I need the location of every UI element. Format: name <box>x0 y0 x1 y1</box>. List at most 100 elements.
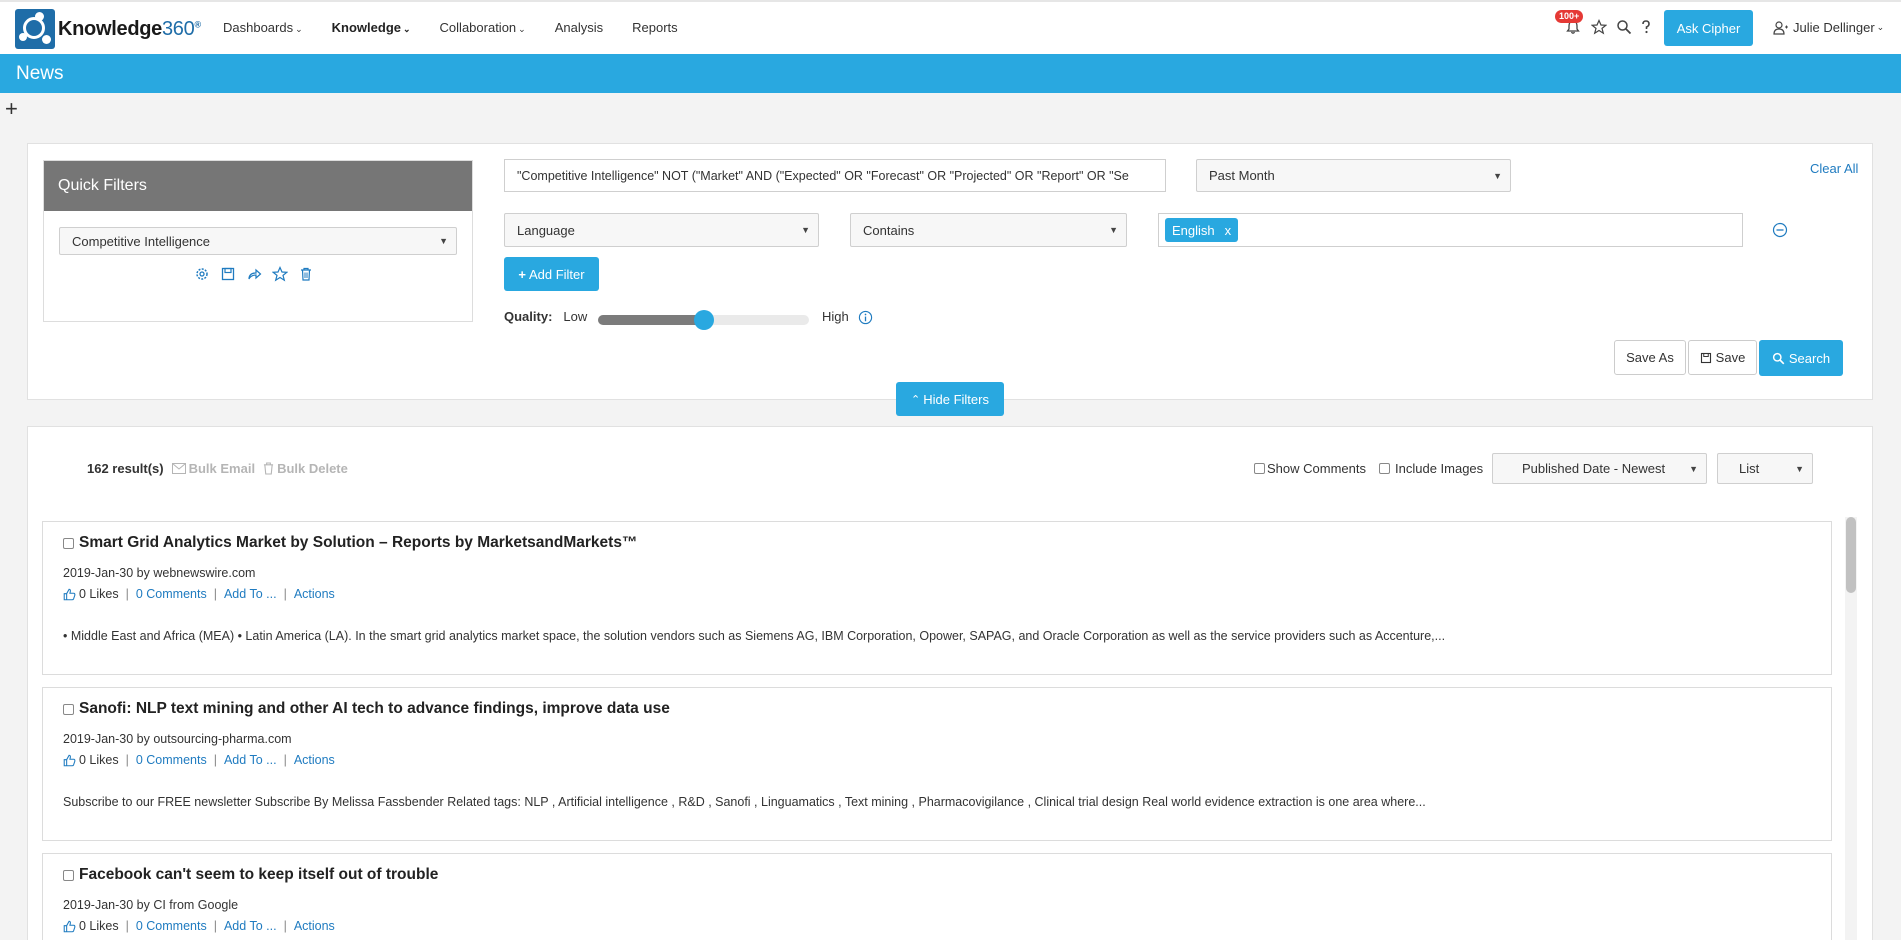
article-title[interactable]: Sanofi: NLP text mining and other AI tec… <box>63 700 670 718</box>
add-to-link[interactable]: Add To ... <box>224 753 277 767</box>
search-icon[interactable] <box>1616 19 1632 35</box>
article-snippet: Subscribe to our FREE newsletter Subscri… <box>63 795 1426 809</box>
share-icon[interactable] <box>246 266 262 282</box>
nav-knowledge[interactable]: Knowledge ⌄ <box>332 20 411 35</box>
include-images-checkbox[interactable] <box>1379 463 1390 474</box>
likes-count: 0 Likes <box>79 919 119 933</box>
quick-filter-actions <box>194 266 314 282</box>
nav-dashboards[interactable]: Dashboards ⌄ <box>223 20 303 35</box>
article-snippet: • Middle East and Africa (MEA) • Latin A… <box>63 629 1446 643</box>
quality-slider-handle[interactable] <box>693 310 714 330</box>
article-actions: 0 Likes | 0 Comments | Add To ... | Actions <box>63 919 335 933</box>
notification-badge: 100+ <box>1555 10 1584 23</box>
remove-filter-icon[interactable] <box>1772 222 1788 238</box>
comments-link[interactable]: 0 Comments <box>136 753 207 767</box>
article-actions: 0 Likes | 0 Comments | Add To ... | Actions <box>63 753 335 767</box>
user-menu[interactable]: Julie Dellinger ⌄ <box>1773 20 1884 35</box>
nav-collaboration[interactable]: Collaboration ⌄ <box>440 20 526 35</box>
add-to-link[interactable]: Add To ... <box>224 919 277 933</box>
filter-tag-label: English <box>1172 222 1215 238</box>
logo[interactable]: Knowledge360® <box>15 8 201 50</box>
caret-down-icon: ▼ <box>1689 463 1698 474</box>
info-icon[interactable] <box>858 310 873 325</box>
date-range-select[interactable]: Past Month ▼ <box>1196 159 1511 192</box>
bulk-delete-button[interactable]: Bulk Delete <box>263 461 348 476</box>
chevron-down-icon: ⌄ <box>518 24 526 34</box>
chevron-down-icon: ⌄ <box>295 24 303 34</box>
help-icon[interactable] <box>1638 19 1654 35</box>
hide-filters-button[interactable]: ⌃ Hide Filters <box>896 382 1004 416</box>
show-comments-checkbox[interactable] <box>1254 463 1265 474</box>
filter-operator-select[interactable]: Contains ▼ <box>850 213 1127 247</box>
add-to-link[interactable]: Add To ... <box>224 587 277 601</box>
ask-cipher-button[interactable]: Ask Cipher <box>1664 10 1753 46</box>
article-meta: 2019-Jan-30 by CI from Google <box>63 898 239 912</box>
article-title[interactable]: Smart Grid Analytics Market by Solution … <box>63 534 637 552</box>
nav-reports[interactable]: Reports <box>632 20 678 35</box>
thumbs-up-icon[interactable] <box>63 754 76 767</box>
article-title[interactable]: Facebook can't seem to keep itself out o… <box>63 866 438 884</box>
quality-label: Quality: <box>504 309 553 324</box>
remove-tag-button[interactable]: x <box>1225 223 1232 238</box>
article-title-text[interactable]: Smart Grid Analytics Market by Solution … <box>79 534 637 552</box>
chevron-down-icon: ⌄ <box>403 24 411 34</box>
thumbs-up-icon[interactable] <box>63 588 76 601</box>
settings-icon[interactable] <box>194 266 210 282</box>
save-as-button[interactable]: Save As <box>1614 340 1686 375</box>
article-card: Sanofi: NLP text mining and other AI tec… <box>42 687 1832 841</box>
clear-all-link[interactable]: Clear All <box>1810 161 1858 176</box>
filter-field-select[interactable]: Language ▼ <box>504 213 819 247</box>
sort-select[interactable]: Published Date - Newest ▼ <box>1492 453 1707 484</box>
article-checkbox[interactable] <box>63 703 74 715</box>
actions-link[interactable]: Actions <box>294 919 335 933</box>
filter-value-input[interactable]: English x <box>1158 213 1743 247</box>
save-icon[interactable] <box>220 266 236 282</box>
quality-slider[interactable] <box>598 310 809 330</box>
results-scrollbar[interactable] <box>1845 517 1857 940</box>
quality-high-label: High <box>822 309 849 324</box>
trash-icon <box>263 462 274 475</box>
article-title-text[interactable]: Facebook can't seem to keep itself out o… <box>79 866 438 884</box>
include-images-toggle[interactable]: Include Images <box>1379 461 1483 476</box>
comments-link[interactable]: 0 Comments <box>136 919 207 933</box>
search-label: Search <box>1788 350 1831 366</box>
article-title-text[interactable]: Sanofi: NLP text mining and other AI tec… <box>79 700 670 718</box>
results-toolbar: 162 result(s) Bulk Email Bulk Delete <box>87 461 348 476</box>
thumbs-up-icon[interactable] <box>63 920 76 933</box>
user-name: Julie Dellinger <box>1793 20 1875 35</box>
quick-filters-title: Quick Filters <box>44 161 472 211</box>
save-button[interactable]: Save <box>1688 340 1757 375</box>
add-filter-button[interactable]: + Add Filter <box>504 257 599 291</box>
show-comments-toggle[interactable]: Show Comments <box>1254 461 1366 476</box>
bulk-email-button[interactable]: Bulk Email <box>171 461 255 476</box>
top-navbar: Knowledge360® Dashboards ⌄ Knowledge ⌄ Col… <box>0 0 1901 54</box>
filter-tag: English x <box>1165 218 1239 242</box>
article-checkbox[interactable] <box>63 869 74 881</box>
comments-link[interactable]: 0 Comments <box>136 587 207 601</box>
quick-filters-panel: Quick Filters Competitive Intelligence ▼ <box>43 160 473 322</box>
scrollbar-thumb[interactable] <box>1846 517 1856 593</box>
quality-low-label: Low <box>563 309 588 324</box>
caret-down-icon: ▼ <box>1493 170 1502 181</box>
star-icon[interactable] <box>272 266 288 282</box>
actions-link[interactable]: Actions <box>294 587 335 601</box>
article-checkbox[interactable] <box>63 537 74 549</box>
trash-icon[interactable] <box>298 266 314 282</box>
actions-link[interactable]: Actions <box>294 753 335 767</box>
results-count: 162 result(s) <box>87 461 164 476</box>
article-actions: 0 Likes | 0 Comments | Add To ... | Actions <box>63 587 335 601</box>
quick-filter-select[interactable]: Competitive Intelligence ▼ <box>59 227 457 255</box>
filter-field-value: Language <box>517 222 575 238</box>
view-select[interactable]: List ▼ <box>1717 453 1813 484</box>
chevron-down-icon: ⌄ <box>1876 22 1885 32</box>
star-icon[interactable] <box>1591 19 1607 35</box>
article-meta: 2019-Jan-30 by webnewswire.com <box>63 566 256 580</box>
query-input[interactable]: "Competitive Intelligence" NOT ("Market"… <box>504 159 1166 192</box>
quality-control: Quality: Low <box>504 309 587 324</box>
search-button[interactable]: Search <box>1759 340 1843 376</box>
nav-analysis[interactable]: Analysis <box>555 20 603 35</box>
add-filter-label: Add Filter <box>528 266 585 282</box>
add-icon[interactable]: + <box>5 98 18 120</box>
view-value: List <box>1739 461 1760 476</box>
search-icon <box>1772 352 1785 364</box>
